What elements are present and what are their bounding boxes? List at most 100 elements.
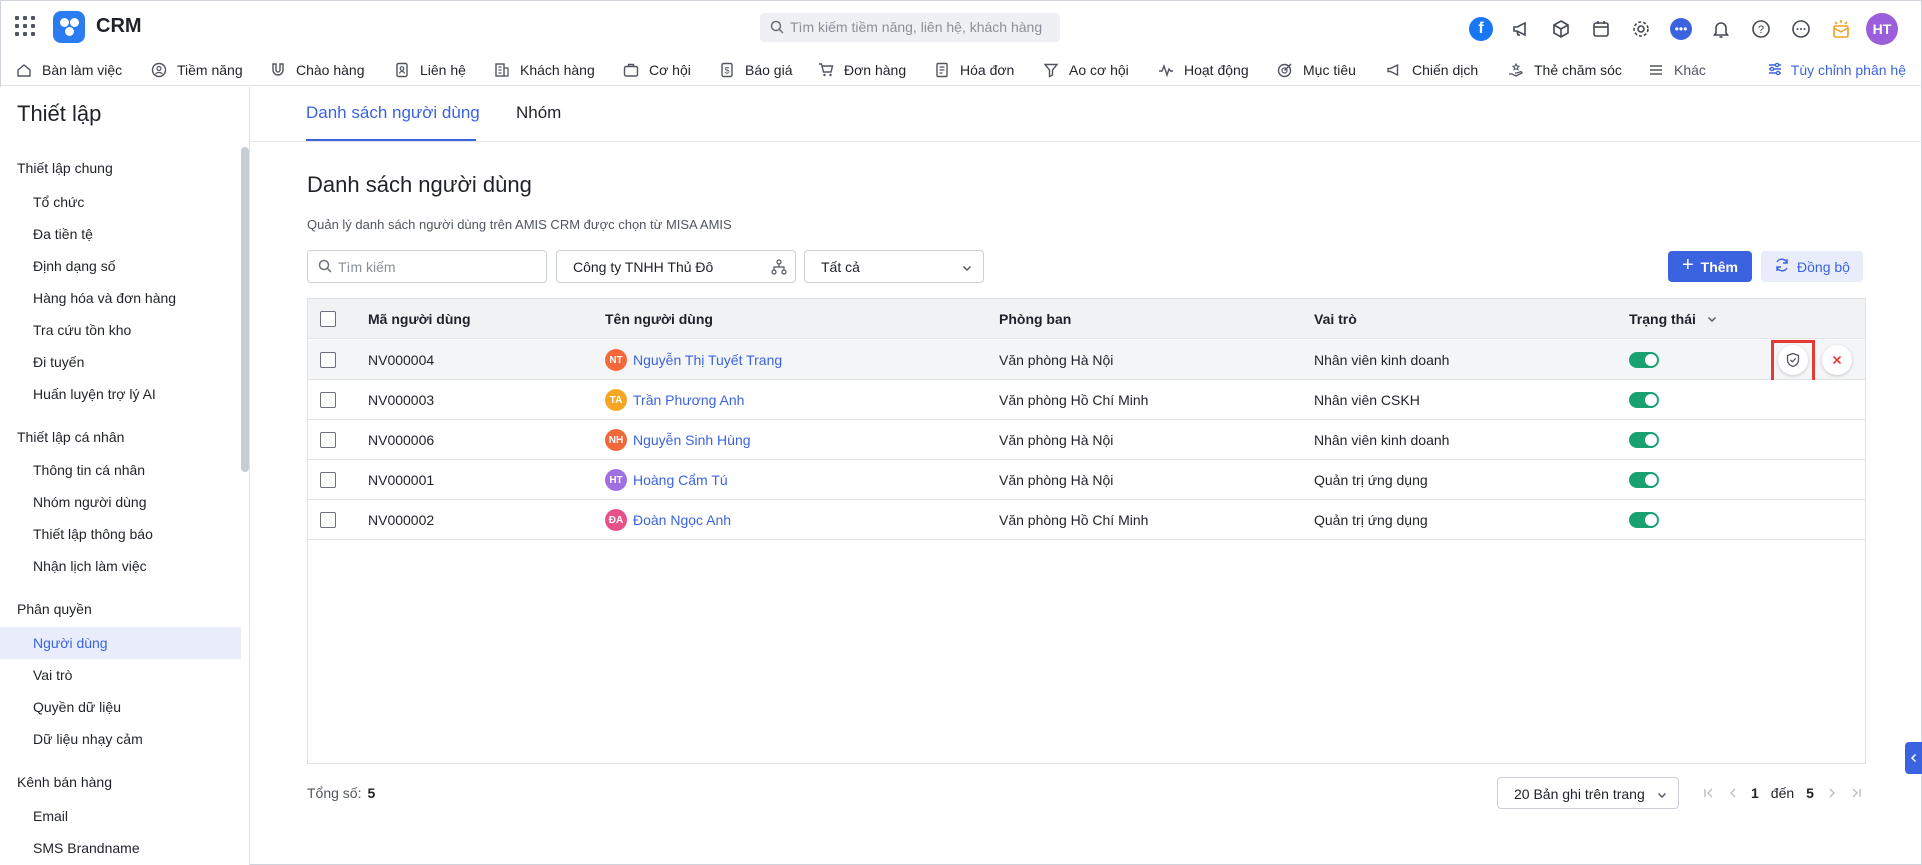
sidebar-item-user-groups[interactable]: Nhóm người dùng <box>0 486 241 518</box>
user-name-link[interactable]: Đoàn Ngọc Anh <box>633 512 731 528</box>
table-row[interactable]: NV000003 TA Trần Phương Anh Văn phòng Hồ… <box>308 380 1865 420</box>
sidebar-item-notification-settings[interactable]: Thiết lập thông báo <box>0 518 241 550</box>
column-header-code[interactable]: Mã người dùng <box>368 299 471 339</box>
status-toggle[interactable] <box>1629 472 1659 488</box>
select-all-checkbox[interactable] <box>320 311 336 327</box>
sidebar-item-organization[interactable]: Tổ chức <box>0 186 241 218</box>
table-row[interactable]: NV000002 ĐA Đoàn Ngọc Anh Văn phòng Hồ C… <box>308 500 1865 540</box>
user-name-link[interactable]: Trần Phương Anh <box>633 392 744 408</box>
sidebar-item-ai-training[interactable]: Huấn luyện trợ lý AI <box>0 378 241 410</box>
nav-item-offers[interactable]: Chào hàng <box>270 57 365 83</box>
status-toggle[interactable] <box>1629 432 1659 448</box>
row-checkbox[interactable] <box>320 472 336 488</box>
user-name-link[interactable]: Hoàng Cẩm Tú <box>633 472 728 488</box>
nav-item-care-cards[interactable]: Thẻ chăm sóc <box>1508 57 1622 83</box>
add-user-button[interactable]: + Thêm <box>1668 251 1752 282</box>
prev-page-icon[interactable] <box>1727 787 1739 799</box>
status-cell <box>1629 460 1659 500</box>
table-row[interactable]: NV000004 NT Nguyễn Thị Tuyết Trang Văn p… <box>308 340 1865 384</box>
collapse-panel-button[interactable] <box>1905 742 1922 774</box>
sidebar-title: Thiết lập <box>17 101 102 126</box>
page-title: Danh sách người dùng <box>307 172 532 197</box>
chevron-down-icon[interactable] <box>1706 313 1718 325</box>
sidebar-item-sms-brandname[interactable]: SMS Brandname <box>0 832 241 864</box>
status-toggle[interactable] <box>1629 352 1659 368</box>
nav-item-invoices[interactable]: Hóa đơn <box>934 57 1014 83</box>
org-tree-icon[interactable] <box>771 259 787 278</box>
tab-groups[interactable]: Nhóm <box>516 103 561 123</box>
package-icon[interactable] <box>1548 16 1574 42</box>
svg-text:$: $ <box>724 66 729 76</box>
global-search-input[interactable]: Tìm kiếm tiềm năng, liên hệ, khách hàng <box>760 13 1060 42</box>
target-icon <box>1277 62 1293 78</box>
nav-item-workspace[interactable]: Bàn làm việc <box>16 57 122 83</box>
nav-item-contacts[interactable]: Liên hệ <box>394 57 466 83</box>
tab-user-list[interactable]: Danh sách người dùng <box>306 103 480 123</box>
app-launcher-icon[interactable] <box>15 16 35 36</box>
nav-item-label: Hoạt động <box>1184 62 1249 78</box>
user-avatar[interactable]: HT <box>1866 13 1898 45</box>
nav-item-label: Báo giá <box>745 62 793 78</box>
sidebar-item-sensitive-data[interactable]: Dữ liệu nhạy cảm <box>0 723 241 755</box>
sidebar-item-routes[interactable]: Đi tuyến <box>0 346 241 378</box>
nav-item-leads[interactable]: Tiềm năng <box>151 57 243 83</box>
calendar-icon[interactable] <box>1588 16 1614 42</box>
nav-item-customers[interactable]: Khách hàng <box>494 57 595 83</box>
nav-item-activities[interactable]: Hoạt động <box>1158 57 1249 83</box>
sidebar-item-number-format[interactable]: Định dạng số <box>0 250 241 282</box>
organization-select[interactable]: Công ty TNHH Thủ Đô <box>556 250 796 283</box>
status-toggle[interactable] <box>1629 512 1659 528</box>
sync-button[interactable]: Đồng bộ <box>1761 251 1863 282</box>
sync-label: Đồng bộ <box>1797 258 1850 275</box>
row-checkbox[interactable] <box>320 432 336 448</box>
sidebar-item-personal-info[interactable]: Thông tin cá nhân <box>0 454 241 486</box>
remove-user-button[interactable] <box>1822 345 1852 375</box>
chat-icon[interactable]: ••• <box>1668 16 1694 42</box>
sidebar-item-multi-currency[interactable]: Đa tiền tệ <box>0 218 241 250</box>
nav-item-quotes[interactable]: $ Báo giá <box>719 57 792 83</box>
column-header-department[interactable]: Phòng ban <box>999 299 1071 339</box>
next-page-icon[interactable] <box>1826 787 1838 799</box>
sidebar-item-data-permissions[interactable]: Quyền dữ liệu <box>0 691 241 723</box>
nav-item-pipeline[interactable]: Ao cơ hội <box>1043 57 1129 83</box>
row-checkbox[interactable] <box>320 352 336 368</box>
status-toggle[interactable] <box>1629 392 1659 408</box>
bell-icon[interactable] <box>1708 16 1734 42</box>
table-row[interactable]: NV000006 NH Nguyễn Sinh Hùng Văn phòng H… <box>308 420 1865 460</box>
help-icon[interactable]: ? <box>1748 16 1774 42</box>
user-name-link[interactable]: Nguyễn Thị Tuyết Trang <box>633 352 782 368</box>
nav-item-label: Đơn hàng <box>844 62 907 78</box>
sidebar-item-inventory-lookup[interactable]: Tra cứu tồn kho <box>0 314 241 346</box>
nav-item-opportunities[interactable]: Cơ hội <box>623 57 691 83</box>
settings-gear-icon[interactable] <box>1628 16 1654 42</box>
nav-item-more[interactable]: Khác <box>1648 57 1706 83</box>
sidebar-item-users[interactable]: Người dùng <box>0 627 241 659</box>
user-search-input[interactable]: Tìm kiếm <box>307 250 547 283</box>
last-page-icon[interactable] <box>1850 787 1862 799</box>
first-page-icon[interactable] <box>1703 787 1715 799</box>
sidebar-item-products-orders[interactable]: Hàng hóa và đơn hàng <box>0 282 241 314</box>
nav-item-campaigns[interactable]: Chiến dịch <box>1386 57 1478 83</box>
column-header-status[interactable]: Trạng thái <box>1629 299 1718 339</box>
sidebar-item-work-schedule[interactable]: Nhận lịch làm việc <box>0 550 241 582</box>
page-size-select[interactable]: 20 Bản ghi trên trang <box>1497 777 1679 809</box>
sidebar-item-email[interactable]: Email <box>0 800 241 832</box>
nav-item-orders[interactable]: Đơn hàng <box>818 57 906 83</box>
nav-item-goals[interactable]: Mục tiêu <box>1277 57 1356 83</box>
column-header-name[interactable]: Tên người dùng <box>605 299 713 339</box>
status-cell <box>1629 500 1659 540</box>
sidebar-item-roles[interactable]: Vai trò <box>0 659 241 691</box>
customize-modules-label: Tùy chỉnh phân hệ <box>1790 62 1906 78</box>
column-header-role[interactable]: Vai trò <box>1314 299 1357 339</box>
user-name-link[interactable]: Nguyễn Sinh Hùng <box>633 432 751 448</box>
table-row[interactable]: NV000001 HT Hoàng Cẩm Tú Văn phòng Hà Nộ… <box>308 460 1865 500</box>
updates-icon[interactable] <box>1828 16 1854 42</box>
facebook-icon[interactable]: f <box>1468 16 1494 42</box>
customize-modules-link[interactable]: Tùy chỉnh phân hệ <box>1767 57 1906 83</box>
more-options-icon[interactable] <box>1788 16 1814 42</box>
sidebar-scrollbar[interactable] <box>241 147 249 472</box>
row-checkbox[interactable] <box>320 392 336 408</box>
status-filter-select[interactable]: Tất cả <box>804 250 984 283</box>
megaphone-icon[interactable] <box>1508 16 1534 42</box>
row-checkbox[interactable] <box>320 512 336 528</box>
